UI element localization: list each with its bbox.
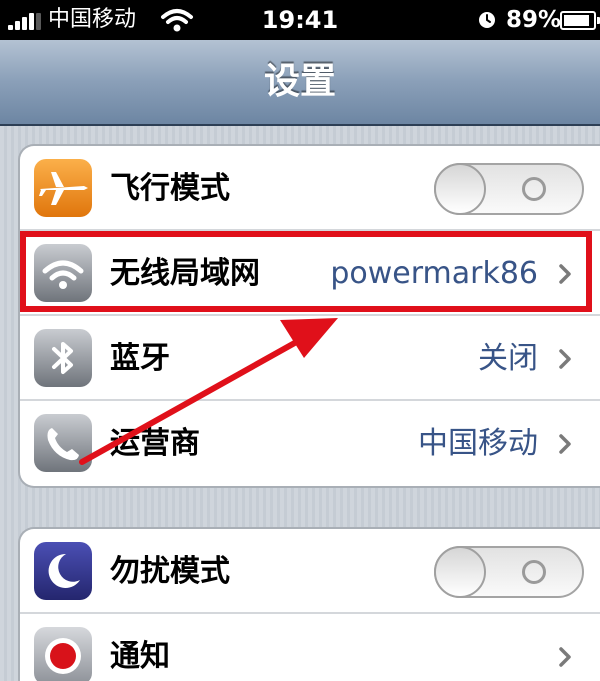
settings-row-bluetooth[interactable]: 蓝牙 关闭 [20, 316, 600, 401]
alarm-icon [479, 12, 495, 28]
row-label: 飞行模式 [110, 171, 230, 206]
wifi-highlight-box [20, 231, 592, 312]
settings-row-carrier[interactable]: 运营商 中国移动 [20, 401, 600, 486]
do-not-disturb-toggle[interactable] [434, 546, 584, 598]
chevron-right-icon [559, 434, 571, 454]
row-label: 运营商 [110, 426, 200, 461]
carrier-value: 中国移动 [418, 426, 538, 461]
toggle-off-indicator [522, 177, 546, 201]
settings-row-notifications[interactable]: 通知 [20, 614, 600, 681]
toggle-off-indicator [522, 560, 546, 584]
battery-icon [560, 11, 600, 30]
settings-group-connectivity: 飞行模式 无线局域网 powermark86 蓝牙 关闭 运营商 中国移动 [18, 144, 600, 488]
status-bar: 中国移动 19:41 89% [0, 0, 600, 40]
bluetooth-status-value: 关闭 [478, 341, 538, 376]
page-title: 设置 [263, 61, 336, 102]
row-label: 蓝牙 [110, 341, 170, 376]
row-label: 勿扰模式 [110, 554, 230, 589]
airplane-mode-toggle[interactable] [434, 163, 584, 215]
phone-icon [34, 414, 92, 472]
settings-row-airplane-mode[interactable]: 飞行模式 [20, 146, 600, 231]
nav-bar: 设置 [0, 40, 600, 126]
toggle-knob [434, 546, 486, 598]
bluetooth-icon [34, 329, 92, 387]
notifications-icon [34, 627, 92, 681]
toggle-knob [434, 163, 486, 215]
airplane-icon [34, 159, 92, 217]
row-label: 通知 [110, 639, 170, 674]
chevron-right-icon [559, 647, 571, 667]
chevron-right-icon [559, 349, 571, 369]
battery-percent: 89% [506, 7, 562, 33]
moon-icon [34, 542, 92, 600]
settings-group-alerts: 勿扰模式 通知 [18, 527, 600, 681]
settings-row-do-not-disturb[interactable]: 勿扰模式 [20, 529, 600, 614]
